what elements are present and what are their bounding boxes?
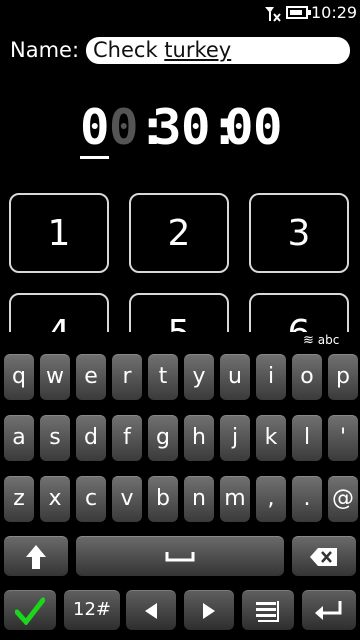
input-mode-label: abc: [317, 333, 340, 347]
cursor-left-button[interactable]: [126, 590, 176, 630]
shift-arrow-icon: [26, 545, 46, 569]
name-input[interactable]: Check turkey: [86, 37, 350, 64]
keypad-key-5[interactable]: 5: [129, 293, 229, 332]
key-c[interactable]: c: [76, 476, 106, 522]
key-j[interactable]: j: [220, 415, 250, 461]
key-n[interactable]: n: [184, 476, 214, 522]
timer-seconds-units[interactable]: 0: [253, 100, 283, 156]
backspace-icon: [310, 548, 337, 566]
key-v[interactable]: v: [112, 476, 142, 522]
key-h[interactable]: h: [184, 415, 214, 461]
predictive-text-icon: ≋: [303, 333, 314, 348]
enter-button[interactable]: [302, 590, 356, 630]
key-p[interactable]: p: [328, 354, 358, 400]
key-i[interactable]: i: [256, 354, 286, 400]
key-a[interactable]: a: [4, 415, 34, 461]
key-g[interactable]: g: [148, 415, 178, 461]
key-q[interactable]: q: [4, 354, 34, 400]
arrow-right-icon: [203, 603, 215, 619]
timer-separator: :: [210, 99, 240, 156]
key-e[interactable]: e: [76, 354, 106, 400]
timer-seconds-tens[interactable]: 0: [224, 100, 254, 156]
key-period[interactable]: .: [292, 476, 322, 522]
key-at[interactable]: @: [328, 476, 358, 522]
key-u[interactable]: u: [220, 354, 250, 400]
name-label: Name:: [10, 38, 80, 62]
timer-minutes-units[interactable]: 0: [181, 100, 211, 156]
name-input-underlined-word: turkey: [164, 38, 232, 62]
key-z[interactable]: z: [4, 476, 34, 522]
input-mode-indicator[interactable]: ≋ abc: [303, 333, 339, 348]
status-bar: 10:29: [0, 0, 360, 28]
key-x[interactable]: x: [40, 476, 70, 522]
space-bar[interactable]: [76, 536, 284, 576]
accept-button[interactable]: [4, 590, 56, 630]
keypad-key-6[interactable]: 6: [249, 293, 349, 332]
timer-hours-units[interactable]: 0: [109, 100, 139, 156]
timer-minutes-tens[interactable]: 3: [152, 100, 182, 156]
key-w[interactable]: w: [40, 354, 70, 400]
battery-icon: [286, 6, 311, 19]
key-comma[interactable]: ,: [256, 476, 286, 522]
timer-display[interactable]: 00:30:00: [80, 99, 283, 159]
key-o[interactable]: o: [292, 354, 322, 400]
shift-button[interactable]: [4, 536, 68, 576]
enter-icon: [315, 601, 342, 620]
name-input-text: Check: [93, 38, 165, 62]
key-s[interactable]: s: [40, 415, 70, 461]
key-l[interactable]: l: [292, 415, 322, 461]
key-r[interactable]: r: [112, 354, 142, 400]
key-t[interactable]: t: [148, 354, 178, 400]
keypad-key-4[interactable]: 4: [9, 293, 109, 332]
options-menu-button[interactable]: [242, 590, 294, 630]
key-k[interactable]: k: [256, 415, 286, 461]
timer-separator: :: [138, 99, 168, 156]
keypad-key-2[interactable]: 2: [129, 193, 229, 273]
arrow-left-icon: [145, 603, 157, 619]
numbers-symbols-button[interactable]: 12#: [64, 590, 120, 630]
numeric-keypad: 1 2 3 4 5 6: [0, 180, 360, 332]
key-f[interactable]: f: [112, 415, 142, 461]
space-icon: [165, 552, 195, 562]
key-b[interactable]: b: [148, 476, 178, 522]
key-d[interactable]: d: [76, 415, 106, 461]
menu-lines-icon: [256, 601, 279, 622]
timer-hours-tens[interactable]: 0: [80, 100, 110, 159]
key-apostrophe[interactable]: ': [328, 415, 358, 461]
status-clock: 10:29: [311, 3, 358, 22]
no-signal-icon: [265, 7, 281, 22]
backspace-button[interactable]: [292, 536, 356, 576]
key-m[interactable]: m: [220, 476, 250, 522]
keypad-key-1[interactable]: 1: [9, 193, 109, 273]
checkmark-icon: [14, 597, 46, 626]
cursor-right-button[interactable]: [184, 590, 234, 630]
key-y[interactable]: y: [184, 354, 214, 400]
keypad-key-3[interactable]: 3: [249, 193, 349, 273]
